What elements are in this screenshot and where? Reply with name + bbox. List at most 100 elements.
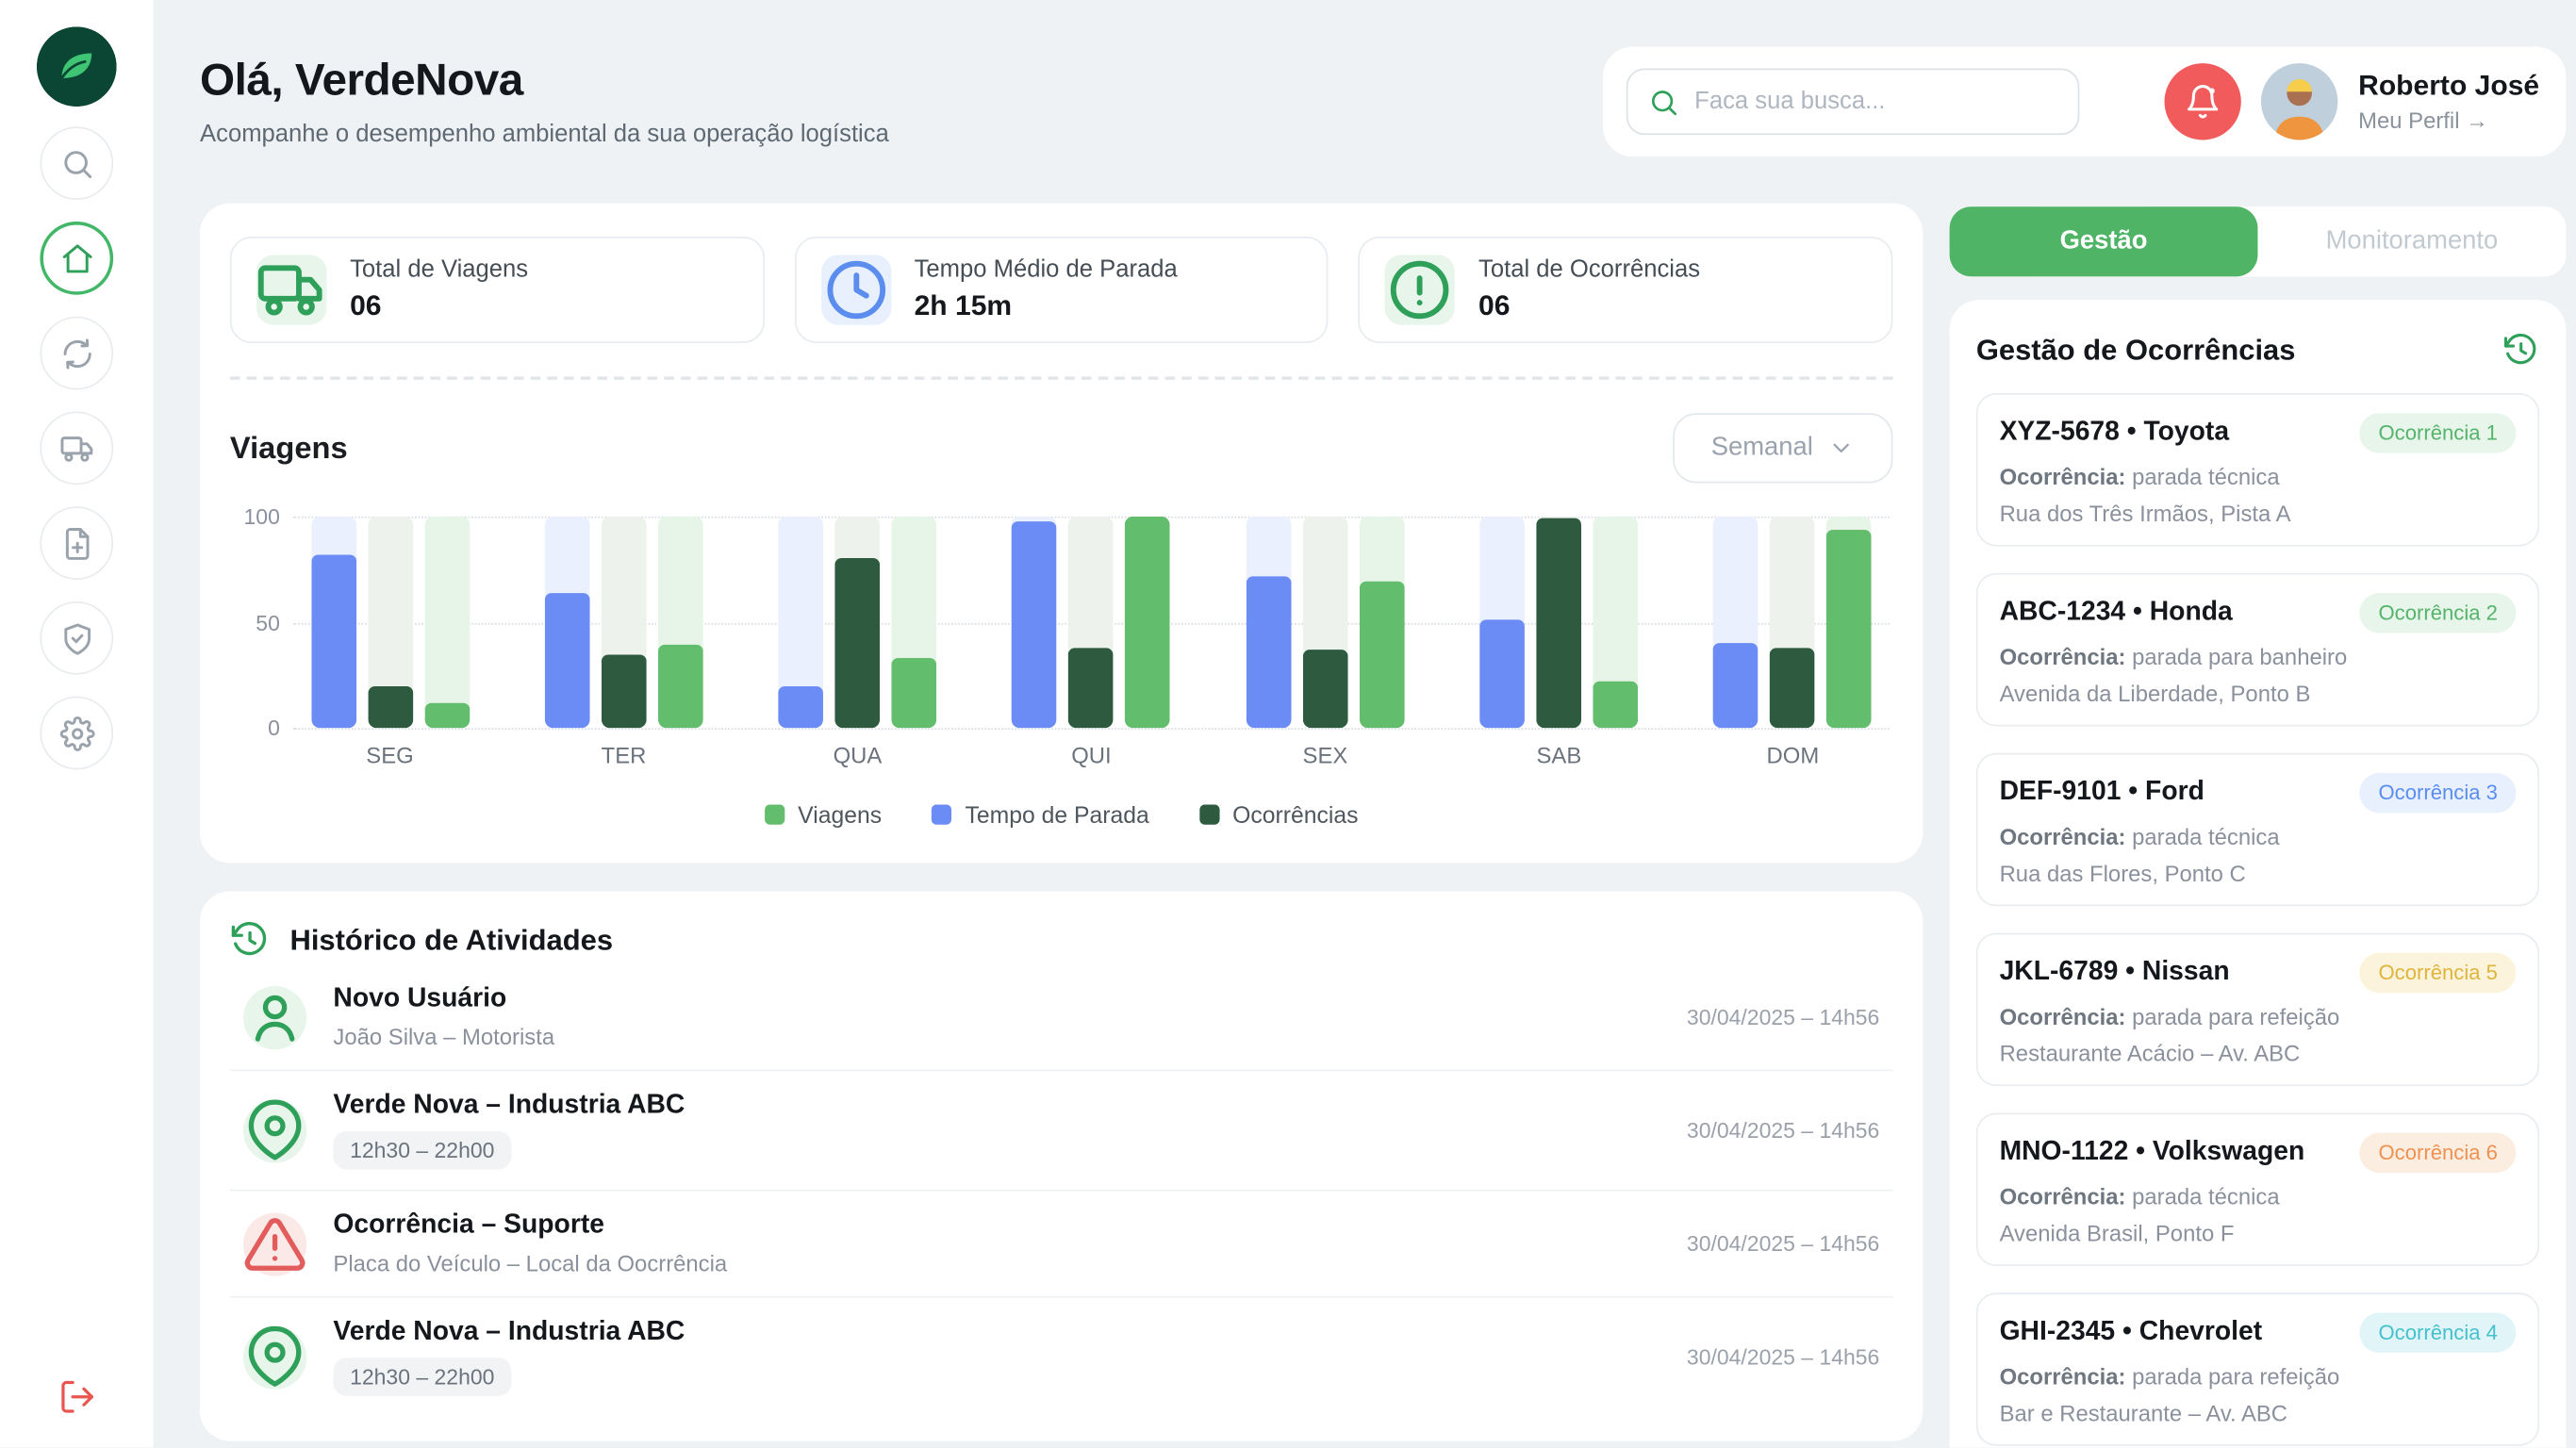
occurrence-type: Ocorrência: parada para banheiro (2000, 645, 2517, 670)
bar-track (1069, 517, 1115, 728)
stat-label: Total de Ocorrências (1478, 256, 1700, 283)
occurrence-card[interactable]: ABC-1234 • HondaOcorrência 2Ocorrência: … (1976, 573, 2539, 727)
history-item-title: Novo Usuário (333, 984, 554, 1014)
page-title: Olá, VerdeNova (200, 55, 889, 107)
sidebar-item-trips[interactable] (40, 411, 113, 485)
x-axis-label: DOM (1713, 743, 1874, 768)
bar-track (602, 517, 647, 728)
logout-button[interactable] (58, 1377, 96, 1423)
sync-icon (59, 336, 94, 370)
history-item-date: 30/04/2025 – 14h56 (1687, 1344, 1879, 1370)
bar-track (835, 517, 881, 728)
occurrence-card[interactable]: XYZ-5678 • ToyotaOcorrência 1Ocorrência:… (1976, 393, 2539, 547)
bar-track (368, 517, 413, 728)
x-axis-label: SEG (310, 743, 471, 768)
search-box[interactable] (1627, 68, 2080, 135)
bar-track (658, 517, 703, 728)
user-block: Roberto José Meu Perfil → (2358, 70, 2539, 133)
occurrence-location: Bar e Restaurante – Av. ABC (2000, 1401, 2517, 1426)
history-item-date: 30/04/2025 – 14h56 (1687, 1118, 1879, 1144)
x-axis-label: SAB (1479, 743, 1640, 768)
history-item-date: 30/04/2025 – 14h56 (1687, 1231, 1879, 1257)
bar-track (1827, 517, 1873, 728)
verdenova-logo-icon[interactable] (37, 26, 117, 107)
bar-group-ter: TER (544, 517, 704, 728)
sidebar-item-security[interactable] (40, 601, 113, 675)
avatar[interactable] (2262, 63, 2338, 140)
search-input[interactable] (1694, 89, 2057, 115)
shield-icon (59, 620, 94, 655)
history-item-date: 30/04/2025 – 14h56 (1687, 1005, 1879, 1030)
sidebar-item-sync[interactable] (40, 317, 113, 390)
bar-viagens (1593, 682, 1639, 728)
stat-label: Total de Viagens (350, 256, 528, 283)
occurrences-panel-header: Gestão de Ocorrências (1976, 323, 2539, 377)
alert-circle-icon (1385, 255, 1455, 324)
overview-card: Total de Viagens06Tempo Médio de Parada2… (200, 204, 1923, 864)
y-axis-tick: 0 (226, 716, 280, 741)
sidebar-item-settings[interactable] (40, 697, 113, 770)
home-icon (59, 240, 94, 275)
bar-track (1713, 517, 1759, 728)
bar-viagens (892, 658, 937, 728)
bar-track (1303, 517, 1348, 728)
chart-period-select[interactable]: Semanal (1673, 413, 1892, 483)
occurrence-card[interactable]: JKL-6789 • NissanOcorrência 5Ocorrência:… (1976, 933, 2539, 1087)
page-subtitle: Acompanhe o desempenho ambiental da sua … (200, 122, 889, 148)
bar-tempo-de-parada (1713, 643, 1759, 728)
occurrence-badge: Ocorrência 1 (2360, 413, 2516, 452)
bar-track (1479, 517, 1525, 728)
occurrence-card[interactable]: DEF-9101 • FordOcorrência 3Ocorrência: p… (1976, 753, 2539, 907)
occurrence-location: Avenida Brasil, Ponto F (2000, 1221, 2517, 1246)
occurrence-card[interactable]: MNO-1122 • VolkswagenOcorrência 6Ocorrên… (1976, 1112, 2539, 1266)
occurrence-badge: Ocorrência 6 (2360, 1133, 2516, 1173)
bar-ocorrencias (1069, 648, 1115, 728)
chart-plot: SEGTERQUAQUISEXSABDOM 100500 (293, 517, 1890, 728)
user-icon (243, 985, 306, 1048)
occurrence-location: Restaurante Acácio – Av. ABC (2000, 1041, 2517, 1066)
sidebar-nav (40, 126, 113, 769)
tab-gestao[interactable]: Gestão (1950, 206, 2258, 276)
bar-ocorrencias (368, 685, 413, 728)
pin-icon (243, 1098, 306, 1161)
chart-legend: ViagensTempo de ParadaOcorrências (230, 801, 1893, 828)
sidebar-item-search[interactable] (40, 126, 113, 200)
clock-icon (821, 255, 891, 324)
history-item: Verde Nova – Industria ABC12h30 – 22h003… (230, 1071, 1893, 1191)
sidebar-item-home[interactable] (40, 222, 113, 295)
occurrence-type: Ocorrência: parada para refeição (2000, 1005, 2517, 1030)
clock-history-icon[interactable] (2502, 332, 2539, 369)
legend-label: Tempo de Parada (965, 801, 1148, 828)
profile-link[interactable]: Meu Perfil → (2358, 108, 2539, 134)
x-axis-label: QUA (778, 743, 938, 768)
bell-icon (2185, 83, 2221, 120)
legend-swatch (765, 805, 784, 825)
history-item: Verde Nova – Industria ABC12h30 – 22h003… (230, 1298, 1893, 1416)
history-item-subtitle: Placa do Veículo – Local da Oocrrência (333, 1251, 727, 1276)
occurrence-badge: Ocorrência 3 (2360, 773, 2516, 813)
history-item-subtitle: João Silva – Motorista (333, 1025, 554, 1050)
bar-ocorrencias (835, 559, 881, 729)
tab-monitoramento[interactable]: Monitoramento (2257, 206, 2566, 276)
sidebar-item-new-report[interactable] (40, 506, 113, 580)
history-title: Histórico de Atividades (289, 922, 613, 957)
bar-group-sex: SEX (1246, 517, 1406, 728)
bar-tempo-de-parada (311, 554, 356, 728)
bar-ocorrencias (1303, 650, 1348, 728)
history-item: Novo Usuário João Silva – Motorista 30/04/… (230, 964, 1893, 1071)
bar-group-qua: QUA (778, 517, 938, 728)
occurrence-location: Rua dos Três Irmãos, Pista A (2000, 502, 2517, 527)
chart-period-value: Semanal (1711, 433, 1813, 463)
bar-tempo-de-parada (779, 685, 824, 728)
legend-label: Viagens (798, 801, 882, 828)
y-axis-tick: 100 (226, 504, 280, 530)
occurrence-location: Rua das Flores, Ponto C (2000, 862, 2517, 887)
bar-track (779, 517, 824, 728)
bar-track (892, 517, 937, 728)
chart-title: Viagens (230, 430, 348, 467)
notifications-button[interactable] (2165, 63, 2241, 140)
bar-viagens (1827, 529, 1873, 728)
bar-track (1360, 517, 1405, 728)
occurrence-card[interactable]: GHI-2345 • ChevroletOcorrência 4Ocorrênc… (1976, 1292, 2539, 1446)
occurrences-panel: Gestão de Ocorrências XYZ-5678 • ToyotaO… (1950, 300, 2567, 1448)
